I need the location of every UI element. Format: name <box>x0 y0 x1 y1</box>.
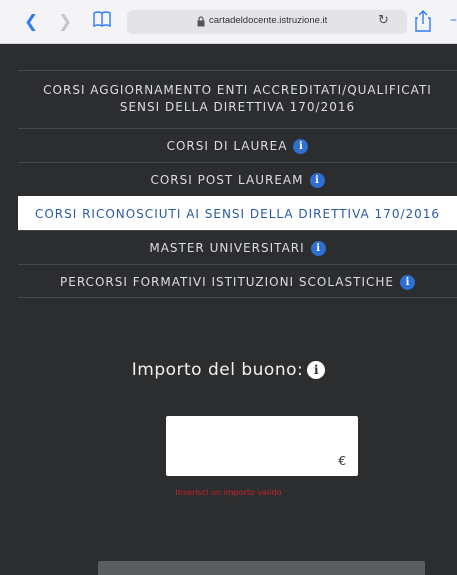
amount-label-row: Importo del buono: i <box>0 360 457 380</box>
course-item-label-line1: CORSI AGGIORNAMENTO ENTI ACCREDITATI/QUA… <box>43 83 432 97</box>
course-item-label: MASTER UNIVERSITARI <box>149 241 305 255</box>
course-item-label: CORSI RICONOSCIUTI AI SENSI DELLA DIRETT… <box>34 207 441 221</box>
course-item-percorsi-formativi[interactable]: PERCORSI FORMATIVI ISTITUZIONI SCOLASTIC… <box>18 264 457 298</box>
url-text: cartadeldocente.istruzione.it <box>209 15 328 26</box>
reload-icon[interactable]: ↻ <box>378 13 389 28</box>
course-item-label: CORSI DI LAUREA <box>166 139 288 153</box>
course-item-corsi-aggiornamento[interactable]: CORSI AGGIORNAMENTO ENTI ACCREDITATI/QUA… <box>18 70 457 128</box>
course-item-corsi-riconosciuti[interactable]: CORSI RICONOSCIUTI AI SENSI DELLA DIRETT… <box>18 196 457 230</box>
chevron-right-icon[interactable]: ❯ <box>58 12 72 32</box>
info-icon[interactable]: i <box>399 275 415 290</box>
chevron-left-icon[interactable]: ❮ <box>24 12 38 32</box>
tabs-icon[interactable]: – <box>450 12 457 28</box>
amount-error-message: Inserisci un importo valido <box>175 488 282 497</box>
lock-icon <box>197 16 205 27</box>
course-item-label: CORSI POST LAUREAM <box>150 173 304 187</box>
info-icon[interactable]: i <box>310 241 326 256</box>
info-icon[interactable]: i <box>309 173 325 188</box>
course-item-label: PERCORSI FORMATIVI ISTITUZIONI SCOLASTIC… <box>60 275 394 289</box>
course-item-corsi-di-laurea[interactable]: CORSI DI LAUREA i <box>18 128 457 162</box>
submit-button[interactable] <box>98 561 425 575</box>
amount-input[interactable]: € <box>166 416 358 476</box>
book-icon[interactable] <box>92 10 112 33</box>
address-bar[interactable]: cartadeldocente.istruzione.it ↻ <box>127 10 407 34</box>
currency-symbol: € <box>338 454 346 468</box>
share-icon[interactable] <box>415 9 431 33</box>
course-item-master-universitari[interactable]: MASTER UNIVERSITARI i <box>18 230 457 264</box>
info-icon[interactable]: i <box>307 361 326 379</box>
course-item-corsi-post-lauream[interactable]: CORSI POST LAUREAM i <box>18 162 457 196</box>
main-content: CORSI AGGIORNAMENTO ENTI ACCREDITATI/QUA… <box>0 44 457 575</box>
course-item-label-line2: SENSI DELLA DIRETTIVA 170/2016 <box>119 100 356 114</box>
info-icon[interactable]: i <box>293 139 309 154</box>
course-type-list: CORSI AGGIORNAMENTO ENTI ACCREDITATI/QUA… <box>18 70 457 298</box>
amount-label: Importo del buono: <box>131 360 304 380</box>
browser-toolbar: ❮ ❯ cartadeldocente.istruzione.it ↻ – <box>0 0 457 44</box>
